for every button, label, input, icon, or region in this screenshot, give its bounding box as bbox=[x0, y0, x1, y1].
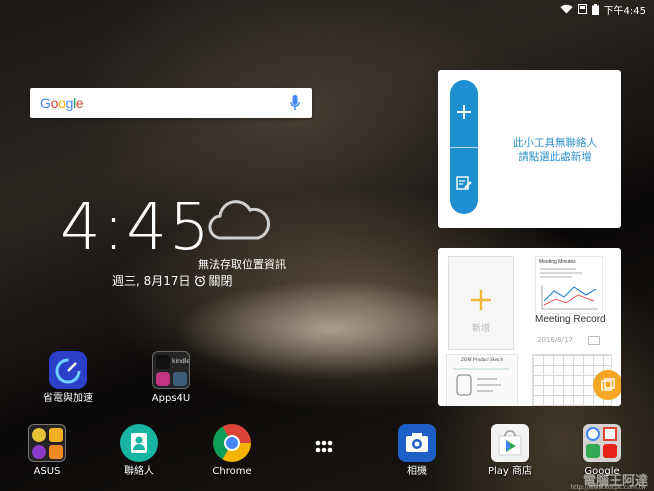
asus-folder-icon bbox=[28, 424, 66, 462]
action-divider bbox=[450, 147, 478, 148]
date-text: 週三, 8月17日 bbox=[112, 274, 191, 288]
contacts-empty-line1: 此小工具無聯絡人 bbox=[513, 137, 597, 149]
mic-icon[interactable] bbox=[290, 95, 300, 111]
plus-icon bbox=[471, 290, 491, 310]
note-title[interactable]: Meeting Record bbox=[535, 314, 606, 325]
play-store-icon bbox=[491, 424, 529, 462]
contacts-widget[interactable]: 此小工具無聯絡人 請點選此處新增 bbox=[438, 70, 621, 228]
google-logo-text: Google bbox=[40, 95, 84, 111]
sketch-note-thumbnail[interactable]: ZOM Product Sketch bbox=[446, 354, 518, 406]
dock-app-camera[interactable]: 相機 bbox=[382, 424, 452, 478]
google-logo: Google bbox=[40, 95, 84, 111]
dock-app-contacts[interactable]: 聯絡人 bbox=[104, 424, 174, 478]
app-label: 省電與加速 bbox=[43, 393, 93, 404]
notes-widget[interactable]: 新增 Meeting Minutes Meeting Record 2016/8… bbox=[438, 248, 621, 406]
dock-app-chrome[interactable]: Chrome bbox=[197, 424, 267, 478]
status-time: 下午4:45 bbox=[603, 5, 646, 17]
status-bar: 下午4:45 bbox=[560, 2, 646, 17]
note-date: 2016/8/17 bbox=[537, 336, 573, 344]
alarm-icon bbox=[194, 274, 205, 286]
power-saver-icon bbox=[49, 351, 87, 389]
dock-label: Play 商店 bbox=[487, 466, 533, 477]
gmail-mini-icon bbox=[603, 427, 617, 441]
camera-icon bbox=[398, 424, 436, 462]
meeting-note-sketch bbox=[540, 268, 598, 310]
contacts-empty-message[interactable]: 此小工具無聯絡人 請點選此處新增 bbox=[493, 136, 617, 164]
note-type-icon bbox=[588, 336, 600, 345]
watermark-url: http://www.kocpc.com.tw bbox=[570, 484, 646, 491]
battery-icon bbox=[591, 3, 599, 15]
dock-label: 聯絡人 bbox=[124, 466, 154, 477]
game-icon bbox=[173, 372, 187, 386]
youtube-mini-icon bbox=[603, 444, 617, 458]
dock-label: 相機 bbox=[407, 466, 427, 477]
dock-folder-asus[interactable]: ASUS bbox=[12, 424, 82, 478]
contacts-icon bbox=[120, 424, 158, 462]
notes-widget-fab[interactable] bbox=[593, 370, 621, 400]
chrome-center bbox=[224, 435, 240, 451]
google-mini-icon bbox=[586, 427, 600, 441]
screenshot-icon bbox=[577, 4, 587, 14]
folder-icon: kindle bbox=[152, 351, 190, 389]
kindle-label: kindle bbox=[172, 358, 190, 365]
folder-apps4u[interactable]: kindle Apps4U bbox=[136, 351, 206, 405]
contacts-widget-action-bar bbox=[450, 80, 478, 214]
chrome-icon bbox=[213, 424, 251, 462]
dock-label: ASUS bbox=[33, 466, 61, 477]
clock-time[interactable]: 4:45 bbox=[60, 196, 212, 260]
dock-app-drawer[interactable] bbox=[289, 424, 359, 466]
date-alarm-row[interactable]: 週三, 8月17日 關閉 bbox=[112, 272, 233, 289]
folder-label: Apps4U bbox=[151, 393, 191, 404]
contacts-empty-line2: 請點選此處新增 bbox=[518, 151, 592, 163]
kindle-icon bbox=[156, 355, 170, 369]
weather-status: 無法存取位置資訊 bbox=[198, 258, 286, 271]
maps-mini-icon bbox=[586, 444, 600, 458]
google-folder-icon bbox=[583, 424, 621, 462]
alarm-text: 關閉 bbox=[208, 274, 233, 288]
new-note-card[interactable]: 新增 bbox=[448, 256, 514, 350]
asus-mini-icon-2 bbox=[49, 428, 63, 442]
google-search-bar[interactable]: Google bbox=[30, 88, 312, 118]
asus-mini-icon-4 bbox=[49, 445, 63, 459]
asus-mini-icon-3 bbox=[32, 445, 46, 459]
dock-app-play-store[interactable]: Play 商店 bbox=[475, 424, 545, 478]
instagram-icon bbox=[156, 372, 170, 386]
sketch-drawing bbox=[453, 368, 509, 396]
app-drawer-icon bbox=[315, 440, 333, 453]
edit-contact-icon[interactable] bbox=[456, 175, 472, 191]
multi-window-icon bbox=[601, 378, 615, 391]
app-power-saver[interactable]: 省電與加速 bbox=[33, 351, 103, 405]
meeting-note-thumbnail[interactable]: Meeting Minutes bbox=[535, 256, 603, 314]
add-contact-icon[interactable] bbox=[456, 104, 472, 120]
cloud-icon[interactable] bbox=[208, 198, 270, 242]
new-note-label: 新增 bbox=[471, 324, 490, 334]
asus-mini-icon-1 bbox=[32, 428, 46, 442]
dock-label: Chrome bbox=[212, 466, 252, 477]
wifi-icon bbox=[560, 4, 573, 14]
